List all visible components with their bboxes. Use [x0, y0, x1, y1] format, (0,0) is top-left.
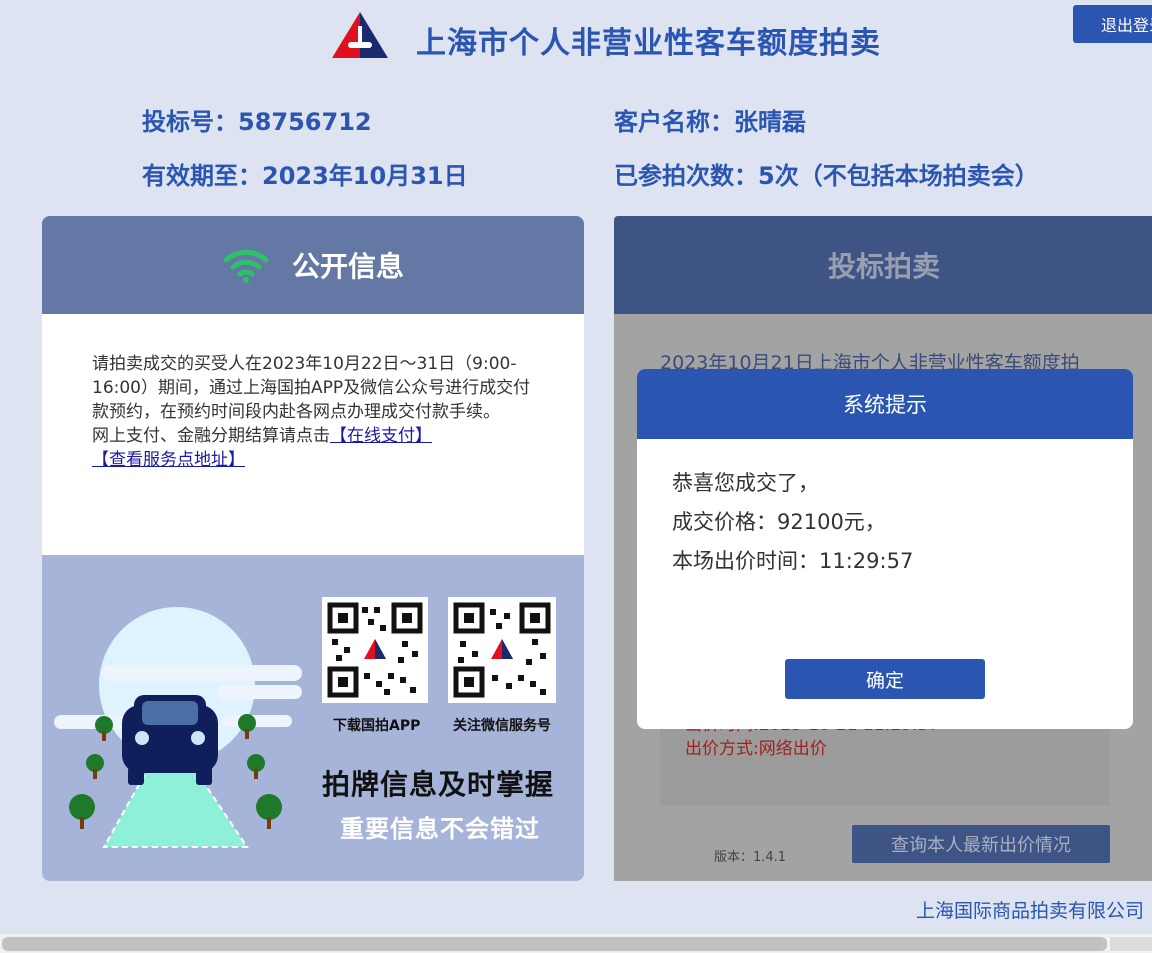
confirm-button[interactable]: 确定 [785, 659, 985, 699]
logout-button[interactable]: 退出登录 [1073, 5, 1152, 43]
qr-wechat-caption: 关注微信服务号 [453, 718, 551, 734]
qr-code-wechat-icon [448, 597, 556, 703]
customer-name: 客户名称：张晴磊 [614, 108, 806, 136]
footer-company: 上海国际商品拍卖有限公司 [916, 900, 1145, 922]
payment-prompt: 网上支付、金融分期结算请点击 [92, 426, 330, 446]
public-info-title: 公开信息 [291, 250, 404, 283]
participation-count: 已参拍次数：5次（不包括本场拍卖会） [614, 162, 1039, 190]
auction-header: 投标拍卖 [614, 216, 1152, 314]
slogan-sub: 重要信息不会错过 [340, 815, 540, 843]
valid-until: 有效期至：2023年10月31日 [142, 162, 468, 190]
dialog-price: 成交价格：92100元， [672, 510, 886, 534]
service-point-link[interactable]: 【查看服务点地址】 [92, 450, 245, 470]
promo-banner: 下载国拍APP 关注微信服务号 拍牌信息及时掌握 重要信息不会错过 [42, 555, 584, 881]
header: 上海市个人非营业性客车额度拍卖 退出登录 [0, 0, 1152, 78]
query-latest-bid-button[interactable]: 查询本人最新出价情况 [852, 825, 1110, 863]
online-pay-link[interactable]: 【在线支付】 [330, 426, 432, 446]
scrollbar-thumb[interactable] [2, 937, 1107, 951]
qr-code-app-icon [322, 597, 428, 703]
system-prompt-dialog: 系统提示 恭喜您成交了， 成交价格：92100元， 本场出价时间：11:29:5… [637, 369, 1133, 729]
car-illustration-icon [54, 607, 302, 848]
public-info-header: 公开信息 [42, 216, 584, 314]
auction-title: 投标拍卖 [827, 250, 940, 283]
auction-logo-icon [332, 12, 388, 58]
dialog-title: 系统提示 [637, 369, 1133, 439]
dialog-bid-time: 本场出价时间：11:29:57 [672, 549, 914, 573]
slogan-main: 拍牌信息及时掌握 [322, 768, 555, 801]
horizontal-scrollbar[interactable] [0, 934, 1152, 953]
payment-prompt-line: 网上支付、金融分期结算请点击【在线支付】 [92, 424, 534, 448]
site-title: 上海市个人非营业性客车额度拍卖 [416, 26, 881, 61]
scrollbar-track-end [1110, 937, 1152, 951]
qr-app-caption: 下载国拍APP [333, 718, 421, 734]
version-label: 版本：1.4.1 [714, 850, 787, 865]
bid-method: 出价方式:网络出价 [685, 739, 827, 759]
payment-notice: 请拍卖成交的买受人在2023年10月22日～31日（9:00-16:00）期间，… [92, 354, 531, 422]
public-info-panel: 公开信息 请拍卖成交的买受人在2023年10月22日～31日（9:00-16:0… [42, 216, 584, 881]
public-info-body: 请拍卖成交的买受人在2023年10月22日～31日（9:00-16:00）期间，… [42, 314, 584, 555]
wifi-icon [223, 249, 269, 283]
bid-number: 投标号：58756712 [142, 108, 372, 136]
dialog-congrats: 恭喜您成交了， [672, 471, 819, 495]
